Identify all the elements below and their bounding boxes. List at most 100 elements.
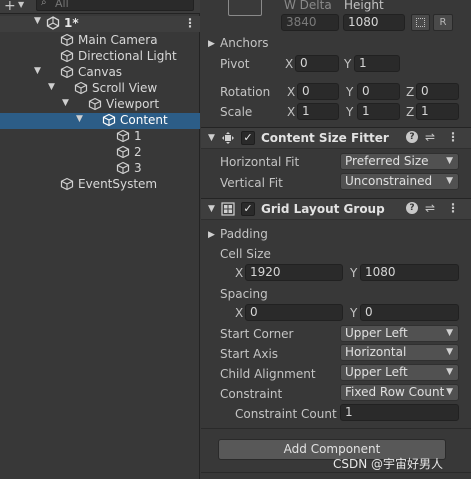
scene-name: 1* [64, 16, 79, 30]
gameobject-cube-icon [116, 161, 130, 175]
hierarchy-item[interactable]: Main Camera [0, 33, 200, 49]
w-delta-field[interactable]: 3840 [281, 14, 339, 31]
scale-z-field[interactable]: 1 [416, 103, 459, 120]
rotation-label: Rotation [220, 85, 271, 99]
cell-size-y-field[interactable]: 1080 [360, 264, 459, 281]
chevron-down-icon: ▼ [446, 367, 453, 377]
chevron-down-icon[interactable]: ▼ [208, 133, 215, 143]
chevron-down-icon[interactable]: ▼ [34, 16, 41, 26]
pivot-label: Pivot [220, 57, 250, 71]
hierarchy-item[interactable]: 1 [0, 129, 200, 145]
rotation-z-field[interactable]: 0 [416, 83, 459, 100]
spacing-x-field[interactable]: 0 [245, 304, 343, 321]
hierarchy-item[interactable]: ▼ Canvas [0, 65, 200, 81]
help-icon[interactable]: ? [406, 131, 418, 143]
pivot-y-axis: Y [344, 57, 352, 71]
child-alignment-dropdown[interactable]: Upper Left ▼ [340, 364, 459, 381]
scale-y-axis: Y [346, 105, 354, 119]
add-object-button[interactable]: + [4, 0, 16, 14]
start-corner-label: Start Corner [220, 327, 294, 341]
component-menu-icon[interactable]: ⋮ [447, 201, 459, 215]
hierarchy-item[interactable]: ▼ Content [0, 113, 200, 129]
grid-layout-group-title: Grid Layout Group [261, 202, 385, 216]
component-menu-icon[interactable]: ⋮ [447, 130, 459, 144]
constraint-value: Fixed Row Count [345, 385, 445, 399]
chevron-down-icon[interactable]: ▼ [18, 0, 24, 9]
gameobject-cube-icon [60, 65, 74, 79]
settings-icon[interactable]: ⇌ [425, 130, 435, 144]
spacing-x-axis: X [235, 306, 244, 320]
hierarchy-item-label: Canvas [78, 65, 123, 79]
start-corner-dropdown[interactable]: Upper Left ▼ [340, 325, 459, 342]
grid-layout-icon [221, 202, 235, 216]
vertical-fit-dropdown[interactable]: Unconstrained ▼ [340, 173, 459, 190]
raw-edit-button[interactable]: R [433, 14, 453, 31]
rotation-x-field[interactable]: 0 [297, 83, 339, 100]
hierarchy-item[interactable]: 3 [0, 161, 200, 177]
scale-x-field[interactable]: 1 [297, 103, 339, 120]
divider [201, 472, 471, 473]
constraint-dropdown[interactable]: Fixed Row Count ▼ [340, 384, 459, 401]
unity-scene-icon [46, 16, 60, 30]
blueprint-mode-button[interactable] [411, 14, 430, 31]
scene-row[interactable]: ▼ 1* ⋮ [0, 16, 200, 32]
cell-size-x-axis: X [235, 266, 244, 280]
search-input[interactable] [55, 0, 185, 10]
chevron-right-icon[interactable]: ▶ [208, 39, 215, 49]
hierarchy-item-label: EventSystem [78, 177, 158, 191]
pivot-x-field[interactable]: 0 [295, 55, 339, 72]
chevron-down-icon[interactable]: ▼ [34, 66, 41, 76]
chevron-down-icon: ▼ [446, 156, 453, 166]
start-axis-dropdown[interactable]: Horizontal ▼ [340, 344, 459, 361]
spacing-y-axis: Y [350, 306, 358, 320]
help-icon[interactable]: ? [406, 202, 418, 214]
content-size-fitter-icon [222, 132, 234, 144]
chevron-down-icon[interactable]: ▼ [76, 114, 83, 124]
settings-icon[interactable]: ⇌ [425, 201, 435, 215]
hierarchy-search[interactable]: ⌕ [36, 0, 194, 11]
pivot-y-field[interactable]: 1 [354, 55, 400, 72]
grid-layout-group-enabled-checkbox[interactable]: ✓ [241, 202, 255, 216]
hierarchy-item-label: 2 [134, 145, 142, 159]
scale-y-field[interactable]: 1 [357, 103, 400, 120]
chevron-down-icon[interactable]: ▼ [208, 204, 215, 214]
horizontal-fit-dropdown[interactable]: Preferred Size ▼ [340, 153, 459, 170]
scene-menu-button[interactable]: ⋮ [184, 16, 196, 30]
chevron-down-icon: ▼ [446, 347, 453, 357]
rotation-y-field[interactable]: 0 [357, 83, 400, 100]
start-corner-value: Upper Left [345, 326, 408, 340]
constraint-count-field[interactable]: 1 [340, 404, 459, 421]
chevron-down-icon: ▼ [446, 387, 453, 397]
hierarchy-panel: + ▼ ⌕ ▼ 1* ⋮ Main Camera Directional Ligh… [0, 0, 200, 479]
gameobject-cube-icon [88, 97, 102, 111]
spacing-y-field[interactable]: 0 [360, 304, 459, 321]
chevron-right-icon[interactable]: ▶ [208, 230, 215, 240]
vertical-fit-label: Vertical Fit [220, 176, 283, 190]
rotation-z-axis: Z [406, 85, 415, 99]
constraint-count-label: Constraint Count [235, 407, 337, 421]
horizontal-fit-label: Horizontal Fit [220, 155, 300, 169]
hierarchy-item[interactable]: 2 [0, 145, 200, 161]
height-field[interactable]: 1080 [343, 14, 405, 31]
cell-size-y-axis: Y [350, 266, 358, 280]
chevron-down-icon[interactable]: ▼ [62, 98, 69, 108]
rect-preview-icon[interactable] [228, 0, 262, 16]
grid-layout-group-header[interactable]: ▼ ✓ Grid Layout Group ? ⇌ ⋮ [201, 198, 471, 220]
hierarchy-item[interactable]: ▼ Viewport [0, 97, 200, 113]
constraint-label: Constraint [220, 387, 283, 401]
watermark: CSDN @宇宙好男人 [333, 457, 444, 471]
cell-size-x-field[interactable]: 1920 [245, 264, 343, 281]
hierarchy-item[interactable]: Directional Light [0, 49, 200, 65]
gameobject-cube-icon [102, 113, 116, 127]
spacing-label: Spacing [220, 287, 268, 301]
chevron-down-icon[interactable]: ▼ [48, 82, 55, 92]
anchors-label[interactable]: Anchors [220, 36, 269, 50]
w-delta-label: W Delta [284, 0, 332, 12]
gameobject-cube-icon [116, 129, 130, 143]
rotation-x-axis: X [287, 85, 296, 99]
padding-label[interactable]: Padding [220, 227, 268, 241]
content-size-fitter-header[interactable]: ▼ ✓ Content Size Fitter ? ⇌ ⋮ [201, 127, 471, 149]
hierarchy-item[interactable]: ▼ Scroll View [0, 81, 200, 97]
content-size-fitter-enabled-checkbox[interactable]: ✓ [241, 131, 255, 145]
hierarchy-item[interactable]: EventSystem [0, 177, 200, 193]
